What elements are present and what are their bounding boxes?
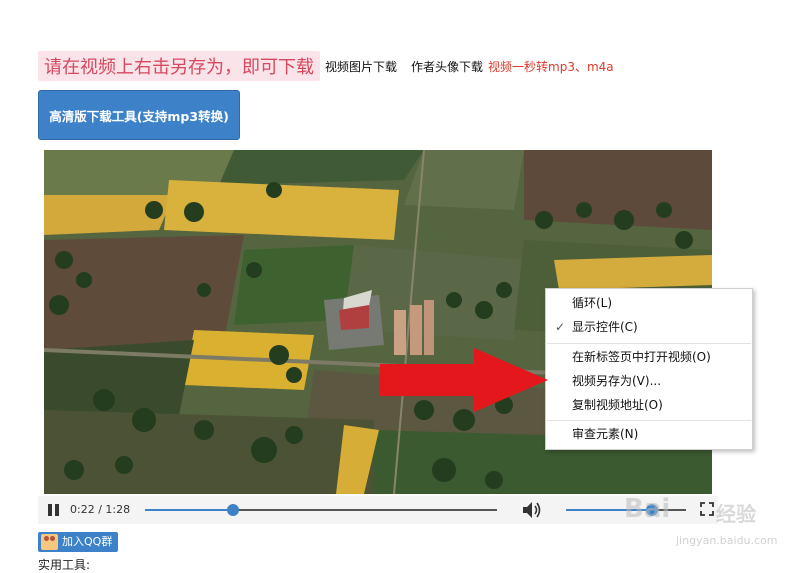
red-arrow-icon <box>380 348 548 412</box>
menu-item-open-in-new-tab[interactable]: 在新标签页中打开视频(O) <box>546 346 752 368</box>
baidu-jingyan-watermark: Bai 经验 jingyan.baidu.com <box>624 494 778 547</box>
progress-fill <box>145 509 233 511</box>
time-display: 0:22 / 1:28 <box>70 503 131 516</box>
download-instruction: 请在视频上右击另存为，即可下载 <box>38 51 320 81</box>
volume-icon[interactable] <box>522 501 542 519</box>
menu-item-copy-video-address[interactable]: 复制视频地址(O) <box>546 394 752 416</box>
menu-item-inspect-element[interactable]: 审查元素(N) <box>546 423 752 445</box>
author-avatar-download-link[interactable]: 作者头像下载 <box>411 58 483 75</box>
pause-icon[interactable] <box>48 504 60 516</box>
tools-label: 实用工具: <box>38 558 91 572</box>
menu-item-loop[interactable]: 循环(L) <box>546 292 752 314</box>
menu-item-save-video-as[interactable]: 视频另存为(V)... <box>546 370 752 392</box>
video-to-mp3-link[interactable]: 视频一秒转mp3、m4a <box>488 58 614 75</box>
join-qq-group-button[interactable]: 加入QQ群 <box>38 532 119 552</box>
hd-download-tool-button[interactable]: 高清版下载工具(支持mp3转换) <box>38 90 240 140</box>
progress-slider[interactable] <box>145 504 497 516</box>
video-image-download-link[interactable]: 视频图片下载 <box>325 58 397 75</box>
menu-separator <box>547 343 751 344</box>
progress-thumb[interactable] <box>227 504 239 516</box>
checkmark-icon: ✓ <box>555 320 566 334</box>
qq-group-icon <box>41 534 58 550</box>
context-menu: 循环(L) ✓ 显示控件(C) 在新标签页中打开视频(O) 视频另存为(V)...… <box>545 288 753 450</box>
header-line: 请在视频上右击另存为，即可下载 视频图片下载 作者头像下载 视频一秒转mp3、m… <box>38 51 614 81</box>
menu-separator <box>547 420 751 421</box>
video-controls: 0:22 / 1:28 <box>38 496 718 524</box>
menu-item-show-controls[interactable]: ✓ 显示控件(C) <box>546 316 752 338</box>
